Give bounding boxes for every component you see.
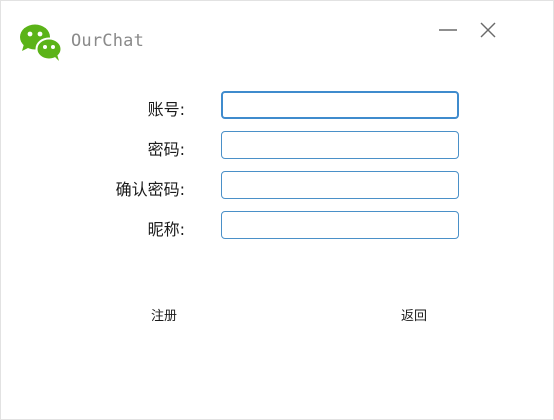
back-button[interactable]: 返回: [401, 305, 427, 324]
close-button[interactable]: [475, 17, 501, 43]
confirm-password-input[interactable]: [221, 171, 459, 199]
app-title: OurChat: [71, 31, 145, 51]
register-button[interactable]: 注册: [151, 305, 177, 324]
nickname-row: 昵称:: [1, 211, 554, 241]
register-window: OurChat 账号: 密码: 确认密码: 昵称: 注册 返回: [0, 0, 554, 420]
confirm-password-label: 确认密码:: [115, 180, 185, 199]
nickname-input[interactable]: [221, 211, 459, 239]
nickname-label: 昵称:: [147, 220, 185, 239]
password-label: 密码:: [147, 140, 185, 159]
wechat-logo-icon: [19, 23, 63, 61]
account-input[interactable]: [221, 91, 459, 119]
account-row: 账号:: [1, 91, 554, 121]
minimize-icon: [439, 29, 457, 31]
password-row: 密码:: [1, 131, 554, 161]
password-input[interactable]: [221, 131, 459, 159]
minimize-button[interactable]: [435, 17, 461, 43]
close-icon: [480, 22, 496, 38]
account-label: 账号:: [147, 100, 185, 119]
confirm-password-row: 确认密码:: [1, 171, 554, 201]
